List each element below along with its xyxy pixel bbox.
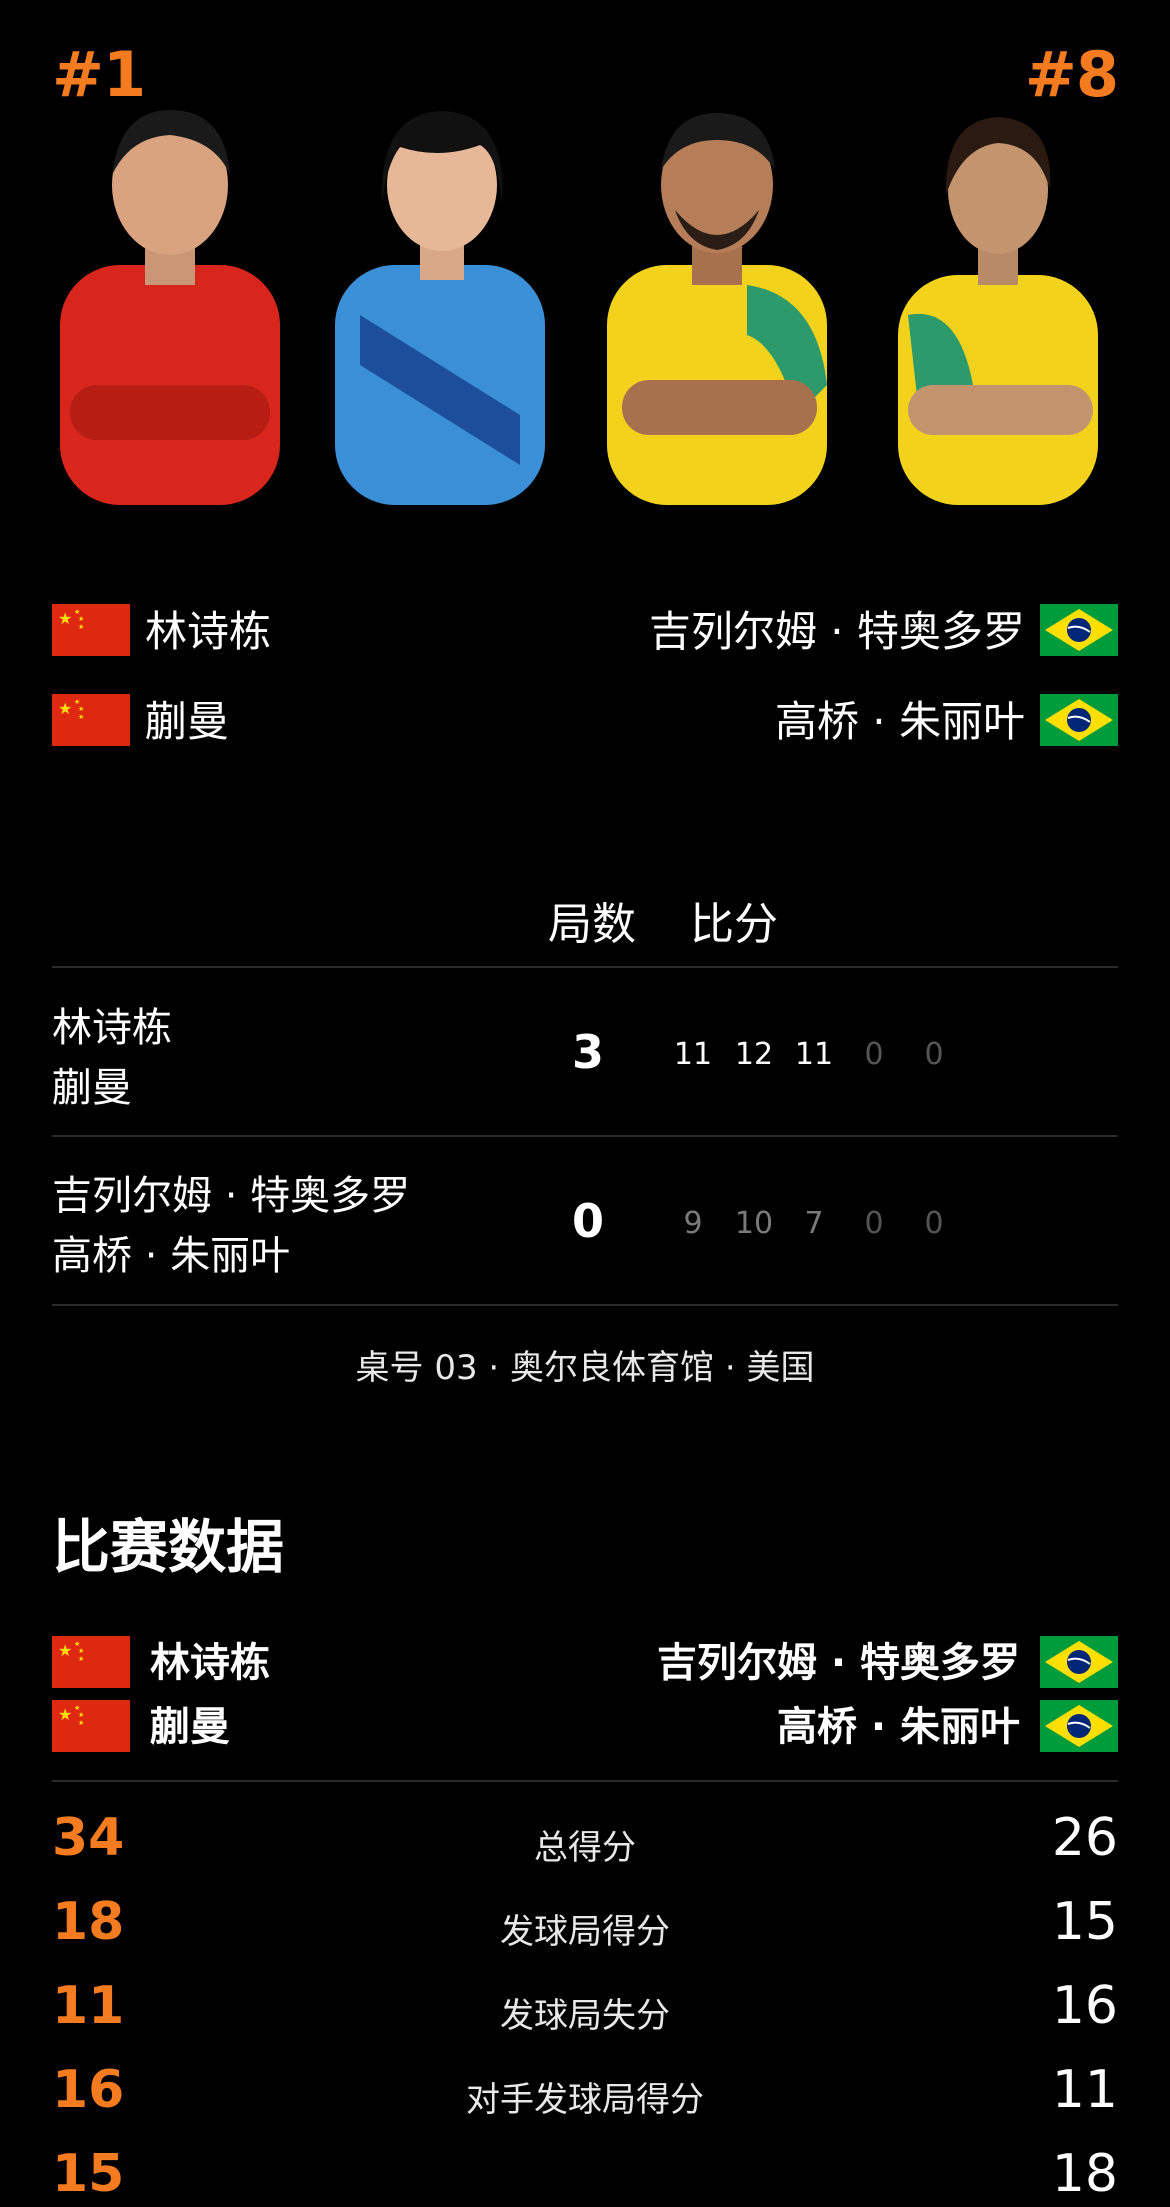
svg-text:★: ★: [78, 713, 84, 721]
china-flag-icon: ★ ★ ★ ★: [52, 1636, 130, 1688]
score-row-2-player-2: 高桥 · 朱丽叶: [52, 1233, 291, 1279]
svg-text:★: ★: [78, 705, 84, 713]
divider: [52, 1304, 1118, 1306]
venue-info: 桌号 03 · 奥尔良体育馆 · 美国: [355, 1348, 815, 1388]
china-flag-icon: ★ ★ ★ ★: [52, 1700, 130, 1752]
score-row-1-game-4: 0: [864, 1037, 884, 1072]
stat-label-total-points: 总得分: [534, 1828, 636, 1868]
player-photo-guilherme-teodoro: [597, 85, 837, 505]
right-player-2-name: 高桥 · 朱丽叶: [774, 697, 1025, 746]
china-flag-icon: ★ ★ ★ ★: [52, 604, 130, 656]
player-photo-kuai-man: [320, 85, 560, 505]
svg-text:★: ★: [58, 699, 72, 718]
svg-text:★: ★: [78, 1711, 84, 1719]
stat-right-row-5: 18: [1051, 2144, 1118, 2204]
stats-title: 比赛数据: [52, 1513, 285, 1581]
brazil-flag-icon: [1040, 1700, 1118, 1752]
score-row-2-game-2: 10: [734, 1206, 774, 1241]
score-row-2-game-4: 0: [864, 1206, 884, 1241]
brazil-flag-icon: [1040, 694, 1118, 746]
score-row-2-game-3: 7: [804, 1206, 824, 1241]
stat-label-serve-lost: 发球局失分: [500, 1996, 670, 2036]
stats-left-player-2: 蒯曼: [150, 1704, 230, 1750]
svg-text:★: ★: [78, 623, 84, 631]
brazil-flag-icon: [1040, 1636, 1118, 1688]
score-row-2-player-1: 吉列尔姆 · 特奥多罗: [52, 1173, 411, 1219]
score-row-2-game-5: 0: [924, 1206, 944, 1241]
svg-text:★: ★: [78, 1647, 84, 1655]
right-player-1-name: 吉列尔姆 · 特奥多罗: [648, 607, 1025, 656]
score-row-1-game-5: 0: [924, 1037, 944, 1072]
player-photo-lin-shidong: [50, 85, 290, 505]
left-player-1-name: 林诗栋: [145, 607, 272, 656]
score-row-1-games: 3: [571, 1025, 604, 1079]
svg-text:★: ★: [78, 1655, 84, 1663]
svg-text:★: ★: [78, 615, 84, 623]
score-row-1-player-2: 蒯曼: [52, 1065, 132, 1111]
stat-label-receive-won: 对手发球局得分: [466, 2080, 704, 2120]
china-flag-icon: ★ ★ ★ ★: [52, 694, 130, 746]
points-header: 比分: [690, 899, 778, 950]
svg-text:★: ★: [58, 1641, 72, 1660]
svg-text:★: ★: [58, 1705, 72, 1724]
brazil-flag-icon: [1040, 604, 1118, 656]
left-player-2-name: 蒯曼: [145, 697, 230, 746]
stat-label-serve-won: 发球局得分: [500, 1912, 670, 1952]
score-row-1-player-1: 林诗栋: [52, 1005, 172, 1051]
stat-right-serve-lost: 16: [1051, 1976, 1118, 2036]
stats-left-player-1: 林诗栋: [150, 1640, 270, 1686]
stat-right-serve-won: 15: [1051, 1892, 1118, 1952]
stat-right-receive-won: 11: [1051, 2060, 1118, 2120]
stat-left-row-5: 15: [52, 2144, 125, 2204]
svg-text:★: ★: [78, 1719, 84, 1727]
stats-right-player-1: 吉列尔姆 · 特奥多罗: [656, 1640, 1020, 1686]
stat-right-total-points: 26: [1051, 1808, 1118, 1868]
svg-text:★: ★: [58, 609, 72, 628]
score-row-2-games: 0: [571, 1194, 604, 1248]
score-row-1-game-1: 11: [673, 1037, 713, 1072]
stats-right-player-2: 高桥 · 朱丽叶: [776, 1704, 1020, 1750]
divider: [52, 966, 1118, 968]
games-header: 局数: [548, 899, 636, 950]
score-row-2-game-1: 9: [683, 1206, 703, 1241]
score-row-1-game-3: 11: [794, 1037, 834, 1072]
divider: [52, 1135, 1118, 1137]
score-row-1-game-2: 12: [734, 1037, 774, 1072]
player-photo-giulia-takahashi: [878, 85, 1118, 505]
divider: [52, 1780, 1118, 1782]
